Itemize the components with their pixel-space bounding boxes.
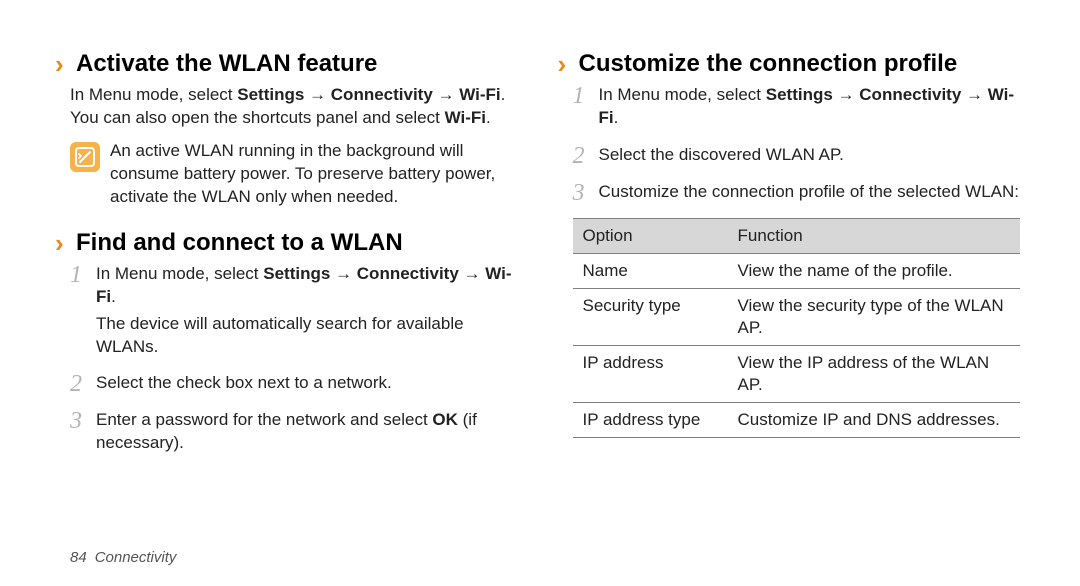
step-text: Select the discovered WLAN AP. <box>599 144 1021 167</box>
step-number: 2 <box>573 144 599 169</box>
option-cell: Name <box>573 253 728 288</box>
manual-page: › Activate the WLAN feature In Menu mode… <box>0 0 1080 586</box>
col-function: Function <box>728 218 1021 253</box>
col-option: Option <box>573 218 728 253</box>
table-header-row: Option Function <box>573 218 1021 253</box>
connectivity-label: Connectivity <box>331 85 433 104</box>
activate-wlan-description: In Menu mode, select Settings → Connecti… <box>70 84 518 130</box>
step-text: Customize the connection profile of the … <box>599 181 1021 204</box>
customize-profile-title: Customize the connection profile <box>579 50 958 78</box>
page-number: 84 <box>70 549 87 566</box>
wifi-label: Wi-Fi <box>459 85 500 104</box>
text: In Menu mode, select <box>70 85 237 104</box>
step-item: 1 In Menu mode, select Settings → Connec… <box>573 84 1021 134</box>
ok-label: OK <box>432 410 458 429</box>
arrow-sep: → <box>330 264 356 283</box>
arrow-sep: → <box>459 264 485 283</box>
table-row: Security type View the security type of … <box>573 288 1021 345</box>
section-heading: › Find and connect to a WLAN <box>55 229 518 257</box>
two-column-layout: › Activate the WLAN feature In Menu mode… <box>70 50 1020 539</box>
function-cell: Customize IP and DNS addresses. <box>728 403 1021 438</box>
chevron-icon: › <box>55 230 70 256</box>
options-table: Option Function Name View the name of th… <box>573 218 1021 439</box>
step-text: Enter a password for the network and sel… <box>96 409 518 455</box>
chevron-icon: › <box>55 51 70 77</box>
step-item: 2 Select the check box next to a network… <box>70 372 518 399</box>
footer-section-name: Connectivity <box>95 549 177 566</box>
text: . <box>486 108 491 127</box>
page-footer: 84 Connectivity <box>70 549 1020 566</box>
arrow-sep: → <box>433 85 459 104</box>
text: In Menu mode, select <box>599 85 766 104</box>
left-column: › Activate the WLAN feature In Menu mode… <box>70 50 518 539</box>
note-text: An active WLAN running in the background… <box>110 140 518 209</box>
arrow-sep: → <box>304 85 330 104</box>
battery-note: An active WLAN running in the background… <box>70 140 518 209</box>
chevron-icon: › <box>558 51 573 77</box>
step-text: In Menu mode, select Settings → Connecti… <box>599 84 1021 130</box>
step-number: 1 <box>70 263 96 288</box>
step-item: 1 In Menu mode, select Settings → Connec… <box>70 263 518 363</box>
activate-wlan-title: Activate the WLAN feature <box>76 50 377 78</box>
step-subtext: The device will automatically search for… <box>96 313 518 359</box>
step-text: In Menu mode, select Settings → Connecti… <box>96 263 518 359</box>
text: . <box>111 287 116 306</box>
option-cell: Security type <box>573 288 728 345</box>
step-number: 2 <box>70 372 96 397</box>
step-number: 3 <box>70 409 96 434</box>
note-icon <box>70 142 100 172</box>
wifi-label: Wi-Fi <box>445 108 486 127</box>
function-cell: View the security type of the WLAN AP. <box>728 288 1021 345</box>
arrow-sep: → <box>833 85 859 104</box>
settings-label: Settings <box>237 85 304 104</box>
connectivity-label: Connectivity <box>357 264 459 283</box>
find-connect-steps: 1 In Menu mode, select Settings → Connec… <box>70 263 518 460</box>
table-row: IP address type Customize IP and DNS add… <box>573 403 1021 438</box>
step-number: 3 <box>573 181 599 206</box>
step-item: 3 Customize the connection profile of th… <box>573 181 1021 208</box>
option-cell: IP address type <box>573 403 728 438</box>
text: Enter a password for the network and sel… <box>96 410 432 429</box>
settings-label: Settings <box>263 264 330 283</box>
option-cell: IP address <box>573 346 728 403</box>
settings-label: Settings <box>766 85 833 104</box>
connectivity-label: Connectivity <box>859 85 961 104</box>
step-text: Select the check box next to a network. <box>96 372 518 395</box>
function-cell: View the IP address of the WLAN AP. <box>728 346 1021 403</box>
right-column: › Customize the connection profile 1 In … <box>573 50 1021 539</box>
step-item: 2 Select the discovered WLAN AP. <box>573 144 1021 171</box>
function-cell: View the name of the profile. <box>728 253 1021 288</box>
step-number: 1 <box>573 84 599 109</box>
arrow-sep: → <box>961 85 987 104</box>
table-row: IP address View the IP address of the WL… <box>573 346 1021 403</box>
section-heading: › Customize the connection profile <box>558 50 1021 78</box>
table-row: Name View the name of the profile. <box>573 253 1021 288</box>
text: In Menu mode, select <box>96 264 263 283</box>
section-heading: › Activate the WLAN feature <box>55 50 518 78</box>
find-connect-title: Find and connect to a WLAN <box>76 229 403 257</box>
text: . <box>614 108 619 127</box>
step-item: 3 Enter a password for the network and s… <box>70 409 518 459</box>
customize-profile-steps: 1 In Menu mode, select Settings → Connec… <box>573 84 1021 208</box>
